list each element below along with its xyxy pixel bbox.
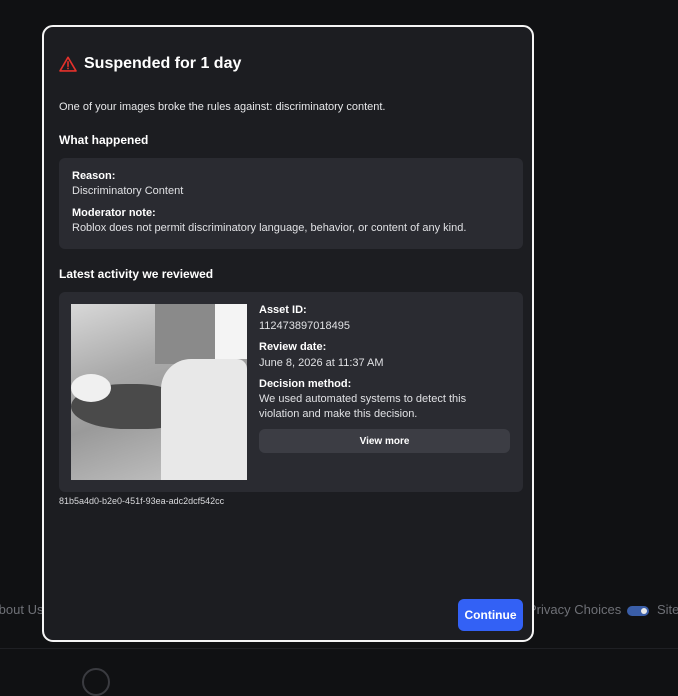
footer-link-about[interactable]: About Us	[0, 602, 43, 617]
warning-triangle-icon	[59, 56, 77, 72]
moderator-note-value: Roblox does not permit discriminatory la…	[72, 222, 467, 234]
modal-title: Suspended for 1 day	[84, 55, 242, 72]
review-date-value: June 8, 2026 at 11:37 AM	[259, 357, 384, 369]
latest-activity-heading: Latest activity we reviewed	[59, 267, 214, 281]
suspension-modal: Suspended for 1 day One of your images b…	[42, 25, 534, 642]
footer-link-site[interactable]: Site	[657, 602, 678, 617]
reviewed-image-thumbnail	[71, 304, 247, 480]
review-date-label: Review date:	[259, 341, 327, 353]
modal-header: Suspended for 1 day	[59, 55, 241, 73]
view-more-button[interactable]: View more	[259, 429, 510, 453]
privacy-choices-label: Privacy Choices	[528, 602, 622, 617]
what-happened-heading: What happened	[59, 133, 149, 147]
reason-label: Reason:	[72, 170, 116, 182]
suspension-intro: One of your images broke the rules again…	[59, 101, 386, 113]
case-id: 81b5a4d0-b2e0-451f-93ea-adc2dcf542cc	[59, 496, 225, 506]
decision-method-line2: violation and make this decision.	[259, 408, 418, 420]
roblox-logo-icon	[82, 668, 110, 696]
decision-method-label: Decision method:	[259, 378, 352, 390]
activity-card: Asset ID: 112473897018495 Review date: J…	[59, 292, 523, 492]
privacy-toggle-icon	[626, 605, 649, 616]
footer-divider	[0, 648, 678, 649]
what-happened-card: Reason: Discriminatory Content Moderator…	[59, 158, 523, 249]
moderator-note-label: Moderator note:	[72, 207, 156, 219]
reason-value: Discriminatory Content	[72, 185, 184, 197]
continue-button[interactable]: Continue	[458, 599, 523, 631]
footer-link-privacy[interactable]: Privacy Choices	[528, 602, 649, 617]
asset-id-label: Asset ID:	[259, 304, 307, 316]
asset-id-value: 112473897018495	[259, 320, 350, 332]
decision-method-line1: We used automated systems to detect this	[259, 393, 467, 405]
